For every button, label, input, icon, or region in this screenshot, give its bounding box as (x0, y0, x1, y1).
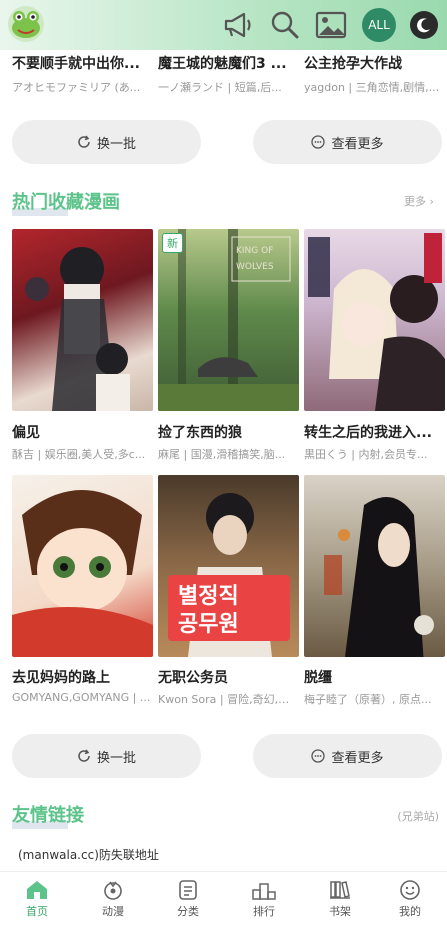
svg-text:별정직: 별정직 (178, 584, 239, 609)
view-more-button[interactable]: 查看更多 (253, 120, 442, 164)
card-title[interactable]: 脱缰 (304, 667, 445, 687)
new-badge: 新 (162, 233, 183, 253)
moon-icon[interactable] (410, 11, 438, 39)
section-title-text: 友情链接 (12, 805, 84, 826)
more-dots-icon (311, 135, 326, 149)
more-link[interactable]: 更多 › (404, 193, 434, 209)
more-dots-icon (311, 749, 326, 763)
view-more-label: 查看更多 (331, 750, 384, 766)
nav-label: 分类 (177, 904, 199, 918)
nav-label: 书架 (329, 904, 351, 918)
refresh-button[interactable]: 换一批 (12, 734, 201, 778)
cover-image[interactable] (304, 475, 445, 657)
card-title[interactable]: 转生之后的我进入... (304, 422, 445, 442)
nav-home[interactable]: 首页 (0, 872, 74, 926)
refresh-button[interactable]: 换一批 (12, 120, 201, 164)
card-title[interactable]: 偏见 (12, 422, 153, 442)
refresh-label: 换一批 (96, 750, 136, 766)
view-more-label: 查看更多 (331, 136, 384, 152)
nav-category[interactable]: 分类 (151, 872, 225, 926)
card-title[interactable]: 公主抢孕大作战 (304, 53, 445, 73)
cover-image[interactable] (12, 229, 153, 411)
bookshelf-icon (330, 880, 350, 899)
all-button[interactable]: ALL (362, 8, 396, 42)
card-subtitle: 一ノ瀬ランド | 短篇,后... (158, 81, 282, 94)
home-icon (27, 880, 47, 899)
section-title-friends: 友情链接 (12, 801, 84, 829)
profile-icon (400, 879, 420, 900)
nav-label: 首页 (26, 904, 48, 918)
card-title[interactable]: 无职公务员 (158, 667, 299, 687)
top-header: ALL (0, 0, 447, 50)
bottom-nav: 首页 动漫 分类 排行 书架 我的 (0, 871, 447, 926)
card-subtitle: 梅子睦了（原著）, 原点... (304, 693, 432, 706)
cover-image[interactable] (12, 475, 153, 657)
more-label: 更多 (404, 195, 426, 208)
nav-label: 我的 (399, 904, 421, 918)
card-title[interactable]: 捡了东西的狼 (158, 422, 299, 442)
card-subtitle: 黒田くう | 内射,会员专... (304, 448, 428, 461)
anime-icon (104, 881, 122, 900)
search-icon[interactable] (268, 8, 302, 42)
nav-label: 动漫 (102, 904, 124, 918)
card-subtitle: 酥吉 | 娱乐圈,美人受,多c... (12, 448, 146, 461)
card-subtitle: 麻尾 | 国漫,滑稽搞笑,脑... (158, 448, 286, 461)
svg-text:공무원: 공무원 (178, 612, 239, 637)
nav-label: 排行 (253, 904, 275, 918)
refresh-icon (78, 749, 90, 762)
friend-link[interactable]: (manwala.cc)防失联地址 (18, 846, 159, 863)
refresh-label: 换一批 (96, 136, 136, 152)
view-more-button[interactable]: 查看更多 (253, 734, 442, 778)
nav-bookshelf[interactable]: 书架 (303, 872, 377, 926)
card-subtitle: アオヒモファミリア (あ... (12, 81, 141, 94)
card-subtitle: GOMYANG,GOMYANG | ... (12, 691, 151, 704)
cover-image[interactable] (304, 229, 445, 411)
nav-rank[interactable]: 排行 (227, 872, 301, 926)
card-subtitle: Kwon Sora | 冒险,奇幻,热... (158, 693, 299, 706)
card-title[interactable]: 魔王城的魅魔们3 ... (158, 53, 299, 73)
nav-anime[interactable]: 动漫 (76, 872, 150, 926)
cover-image[interactable]: KING OF WOLVES 新 (158, 229, 299, 411)
svg-text:KING OF: KING OF (236, 246, 273, 256)
section-title-text: 热门收藏漫画 (12, 192, 120, 213)
section-title-hot: 热门收藏漫画 (12, 188, 120, 216)
friends-note: (兄弟站) (397, 810, 439, 823)
image-icon[interactable] (314, 8, 348, 42)
card-title[interactable]: 去见妈妈的路上 (12, 667, 153, 687)
refresh-icon (78, 135, 90, 148)
rank-icon (252, 882, 276, 900)
cover-image[interactable]: 별정직 공무원 (158, 475, 299, 657)
card-title[interactable]: 不要顺手就中出你... (12, 53, 153, 73)
svg-text:WOLVES: WOLVES (236, 262, 274, 272)
category-icon (179, 879, 197, 900)
megaphone-icon[interactable] (222, 8, 256, 42)
nav-profile[interactable]: 我的 (373, 872, 447, 926)
card-subtitle: yagdon | 三角恋情,剧情,... (304, 81, 440, 94)
frog-logo-icon[interactable] (8, 6, 44, 42)
